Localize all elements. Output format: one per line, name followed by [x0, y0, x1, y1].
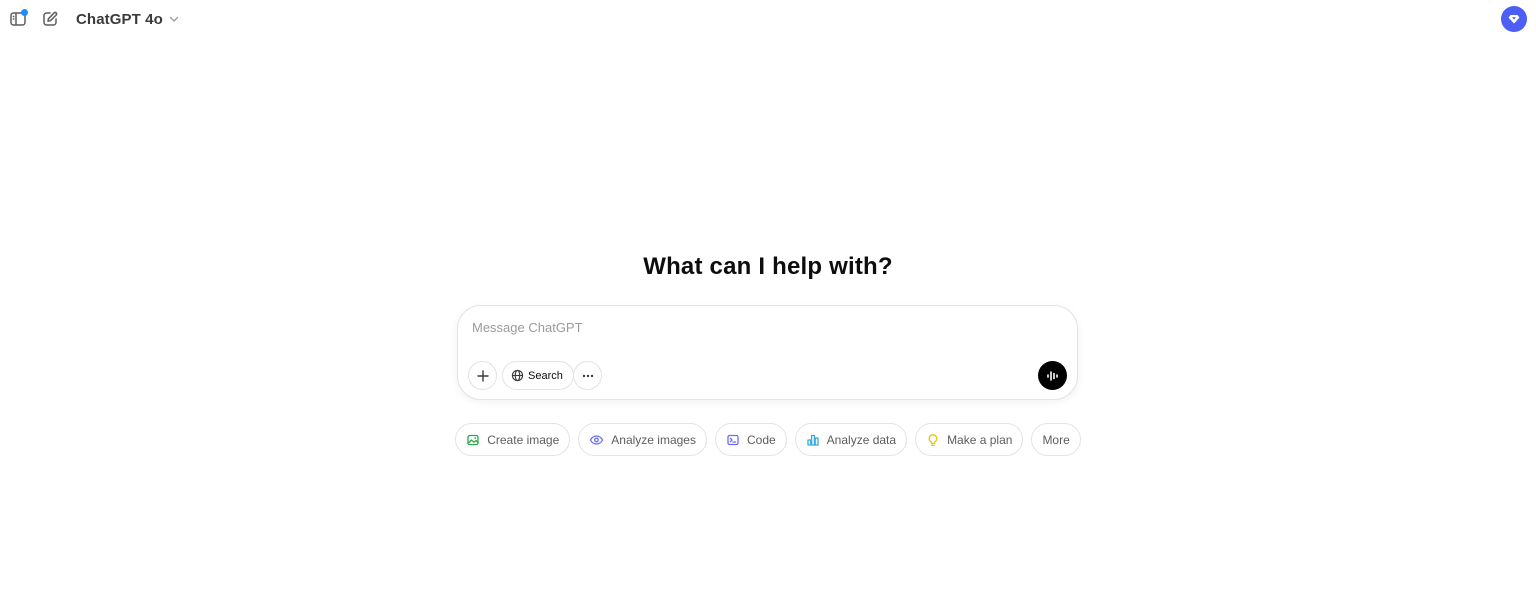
- upgrade-icon: [1508, 15, 1520, 24]
- suggestion-create-image[interactable]: Create image: [455, 423, 571, 456]
- top-bar: ChatGPT 4o: [0, 0, 1536, 38]
- suggestion-label: Make a plan: [947, 432, 1013, 447]
- plus-icon: [476, 369, 489, 382]
- image-icon: [467, 434, 479, 445]
- suggestion-chips: Create image Analyze images Code Analyze…: [0, 423, 1536, 456]
- upgrade-button[interactable]: [1501, 6, 1527, 32]
- new-chat-icon: [43, 11, 58, 26]
- bar-chart-icon: [807, 434, 819, 446]
- suggestion-code[interactable]: Code: [714, 423, 787, 456]
- search-toggle-button[interactable]: Search: [502, 361, 574, 390]
- suggestion-analyze-data[interactable]: Analyze data: [794, 423, 908, 456]
- suggestion-label: Create image: [487, 432, 560, 447]
- sidebar-toggle-button[interactable]: [5, 6, 31, 32]
- new-chat-button[interactable]: [37, 6, 63, 32]
- globe-icon: [511, 369, 524, 382]
- suggestion-label: More: [1042, 432, 1070, 447]
- eye-icon: [590, 434, 604, 445]
- suggestion-make-a-plan[interactable]: Make a plan: [915, 423, 1024, 456]
- suggestion-label: Analyze data: [826, 432, 897, 447]
- suggestion-analyze-images[interactable]: Analyze images: [578, 423, 707, 456]
- message-input[interactable]: [470, 316, 1030, 338]
- voice-wave-icon: [1046, 370, 1058, 381]
- notification-dot: [21, 9, 28, 16]
- code-terminal-icon: [727, 434, 739, 445]
- lightbulb-icon: [928, 433, 938, 446]
- suggestion-label: Analyze images: [611, 432, 696, 447]
- model-selector[interactable]: ChatGPT 4o: [70, 7, 186, 31]
- voice-mode-button[interactable]: [1038, 361, 1067, 390]
- ellipsis-icon: [582, 374, 593, 377]
- more-tools-button[interactable]: [573, 361, 602, 390]
- suggestion-label: Code: [746, 432, 776, 447]
- attach-button[interactable]: [468, 361, 497, 390]
- page-headline: What can I help with?: [643, 253, 893, 280]
- model-name: ChatGPT 4o: [76, 10, 163, 28]
- message-composer: Search: [457, 305, 1078, 400]
- search-toggle-label: Search: [528, 369, 563, 382]
- suggestion-more[interactable]: More: [1031, 423, 1081, 456]
- chevron-down-icon: [169, 16, 178, 22]
